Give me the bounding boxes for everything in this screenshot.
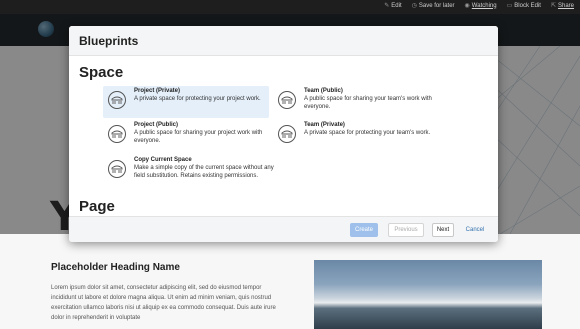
top-toolbar: ✎ Edit ◷ Save for later ◉ Watching ▭ Block E… (0, 0, 580, 14)
cancel-button[interactable]: Cancel (460, 223, 490, 237)
save-for-later-action[interactable]: ◷ Save for later (411, 2, 455, 10)
page-actions: ✎ Edit ◷ Save for later ◉ Watching ▭ Block E… (384, 2, 574, 10)
edit-action[interactable]: ✎ Edit (384, 2, 401, 10)
blueprint-description: A private space for protecting your team… (304, 130, 431, 136)
next-button[interactable]: Next (432, 223, 454, 237)
blueprint-description: A private space for protecting your proj… (134, 96, 261, 102)
blueprint-project-public[interactable]: Project (Public) A public space for shar… (103, 120, 269, 152)
blueprint-team-public[interactable]: Team (Public) A public space for sharing… (273, 86, 439, 118)
blueprint-icon (108, 125, 126, 143)
blueprint-project-private[interactable]: Project (Private) A private space for pr… (103, 86, 269, 118)
blueprint-description: A public space for sharing your team's w… (304, 96, 432, 110)
section-title-page: Page (79, 198, 115, 215)
dialog-body: Space Project (Private) A private space … (69, 56, 498, 216)
dialog-footer: Create Previous Next Cancel (69, 216, 498, 242)
blueprint-copy-current-space[interactable]: Copy Current Space Make a simple copy of… (103, 155, 274, 193)
blueprints-dialog: Blueprints Space Project (Private) A pri… (69, 26, 498, 242)
dialog-title: Blueprints (79, 34, 139, 48)
section-title-space: Space (79, 64, 124, 81)
share-action[interactable]: ⇱ Share (550, 2, 574, 10)
content-paragraph: Lorem ipsum dolor sit amet, consectetur … (51, 285, 276, 321)
blueprint-description: Make a simple copy of the current space … (134, 165, 274, 179)
blueprint-name: Project (Public) (134, 122, 179, 128)
content-heading: Placeholder Heading Name (51, 262, 180, 273)
blueprint-icon (278, 91, 296, 109)
blueprint-name: Team (Public) (304, 88, 343, 94)
blueprint-name: Copy Current Space (134, 157, 192, 163)
content-image (314, 260, 542, 329)
block-edit-action[interactable]: ▭ Block Edit (506, 2, 541, 10)
blueprint-description: A public space for sharing your project … (134, 130, 263, 144)
watching-action[interactable]: ◉ Watching (464, 2, 497, 10)
share-icon: ⇱ (550, 3, 556, 9)
blueprint-name: Project (Private) (134, 88, 181, 94)
blueprint-icon (108, 91, 126, 109)
blueprint-icon (108, 160, 126, 178)
block-icon: ▭ (506, 3, 513, 9)
blueprint-name: Team (Private) (304, 122, 345, 128)
clock-icon: ◷ (411, 3, 417, 9)
eye-icon: ◉ (464, 3, 470, 9)
blueprint-team-private[interactable]: Team (Private) A private space for prote… (273, 120, 439, 152)
blueprint-icon (278, 125, 296, 143)
pencil-icon: ✎ (384, 3, 390, 9)
previous-button[interactable]: Previous (388, 223, 424, 237)
dialog-header: Blueprints (69, 26, 498, 56)
create-button[interactable]: Create (350, 223, 378, 237)
